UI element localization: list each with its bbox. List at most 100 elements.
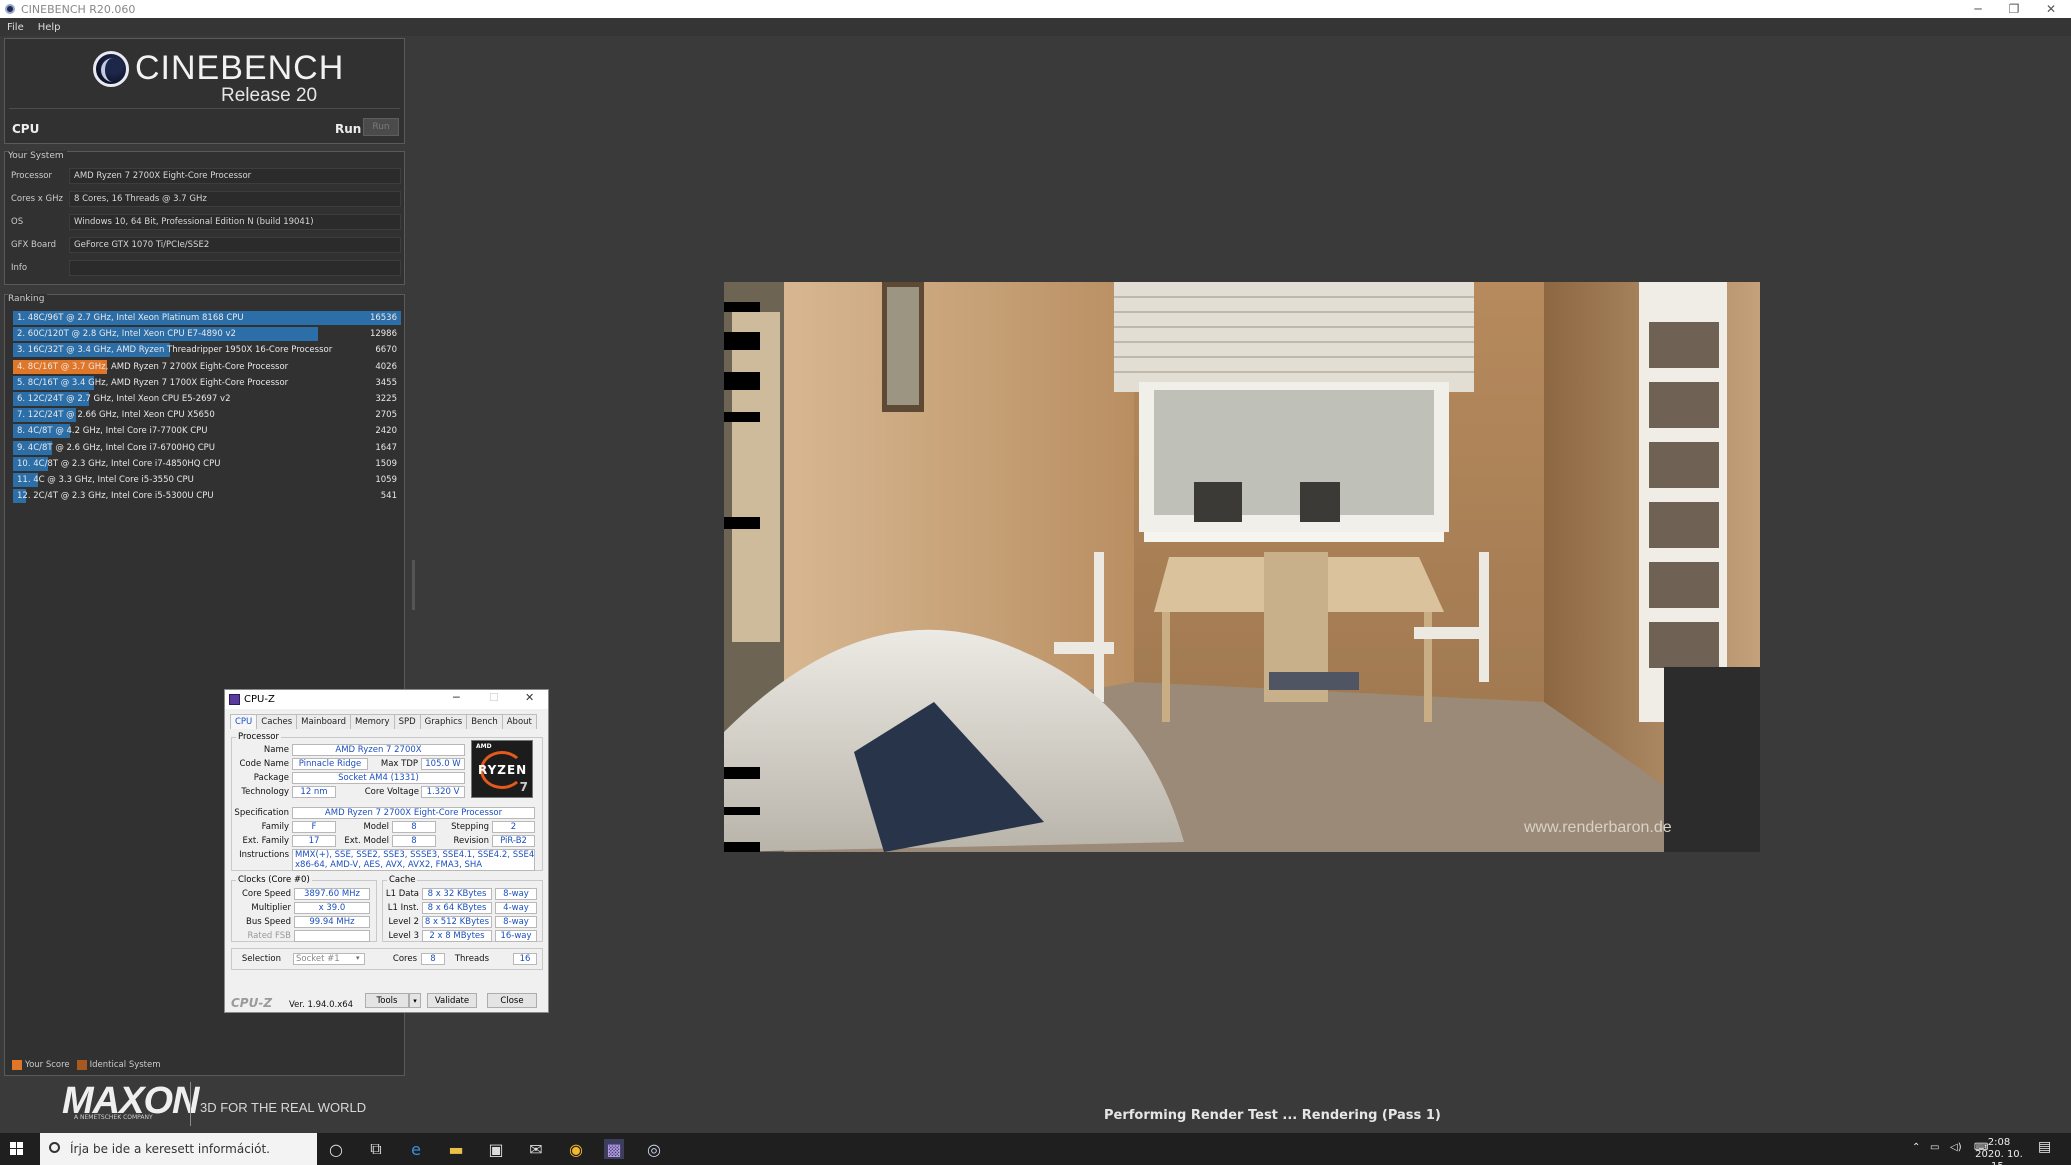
ranking-row[interactable]: 11. 4C @ 3.3 GHz, Intel Core i5-3550 CPU… — [13, 473, 401, 487]
tab-memory[interactable]: Memory — [350, 714, 395, 729]
ryzen-logo-text: RYZEN — [478, 763, 528, 777]
render-viewport: www.renderbaron.de — [724, 282, 1760, 852]
tab-mainboard[interactable]: Mainboard — [296, 714, 352, 729]
ranking-row[interactable]: 7. 12C/24T @ 2.66 GHz, Intel Xeon CPU X5… — [13, 408, 401, 423]
volume-icon[interactable]: ◁) — [1950, 1142, 1962, 1154]
ranking-score: 2705 — [375, 410, 397, 421]
tray-chevron-icon[interactable]: ⌃ — [1912, 1142, 1920, 1154]
tab-spd[interactable]: SPD — [393, 714, 421, 729]
ranking-label: 6. 12C/24T @ 2.7 GHz, Intel Xeon CPU E5-… — [17, 394, 231, 404]
chrome-icon[interactable]: ◉ — [566, 1139, 586, 1159]
tab-caches[interactable]: Caches — [256, 714, 298, 729]
family-value: F — [292, 821, 336, 833]
instructions-line-2: x86-64, AMD-V, AES, AVX, AVX2, FMA3, SHA — [295, 860, 483, 870]
cpuz-taskbar-icon[interactable]: ▩ — [604, 1139, 624, 1159]
validate-button[interactable]: Validate — [427, 993, 477, 1008]
your-score-swatch — [12, 1060, 22, 1070]
corevoltage-label: Core Voltage — [364, 787, 419, 797]
ranking-score: 3225 — [375, 394, 397, 404]
ranking-row[interactable]: 6. 12C/24T @ 2.7 GHz, Intel Xeon CPU E5-… — [13, 392, 401, 406]
tagline: 3D FOR THE REAL WORLD — [200, 1100, 367, 1115]
system-key: Processor — [11, 171, 52, 181]
notifications-icon[interactable]: ▤ — [2038, 1140, 2051, 1154]
legend-identical-system: Identical System — [89, 1060, 161, 1070]
codename-value: Pinnacle Ridge — [292, 758, 368, 770]
ranking-row[interactable]: 1. 48C/96T @ 2.7 GHz, Intel Xeon Platinu… — [13, 311, 401, 325]
system-key: OS — [11, 217, 24, 227]
ranking-row[interactable]: 4. 8C/16T @ 3.7 GHz, AMD Ryzen 7 2700X E… — [13, 359, 401, 374]
system-value: 8 Cores, 16 Threads @ 3.7 GHz — [69, 191, 401, 207]
file-explorer-icon[interactable]: ▬ — [446, 1139, 466, 1159]
selection-label: Selection — [241, 954, 281, 964]
l3-label: Level 3 — [388, 931, 419, 941]
tab-graphics[interactable]: Graphics — [419, 714, 468, 729]
system-key: Info — [11, 263, 28, 273]
processor-group-label: Processor — [236, 732, 281, 742]
l1data-assoc: 8-way — [495, 888, 537, 900]
network-icon[interactable]: ▭ — [1930, 1142, 1939, 1154]
system-row-os: OS Windows 10, 64 Bit, Professional Edit… — [11, 214, 401, 230]
cores-value: 8 — [421, 953, 445, 965]
edge-icon[interactable]: e — [406, 1139, 426, 1159]
minimize-icon[interactable]: ─ — [1960, 0, 1996, 18]
close-icon[interactable]: ✕ — [2033, 0, 2069, 18]
legend-your-score: Your Score — [25, 1060, 70, 1070]
system-info-field[interactable] — [69, 260, 401, 276]
system-value: AMD Ryzen 7 2700X Eight-Core Processor — [69, 168, 401, 184]
clock[interactable]: 2:08 2020. 10. 15. — [1970, 1137, 2028, 1165]
revision-label: Revision — [453, 836, 489, 846]
tools-dropdown-arrow[interactable]: ▾ — [409, 993, 421, 1008]
ranking-row[interactable]: 5. 8C/16T @ 3.4 GHz, AMD Ryzen 7 1700X E… — [13, 375, 401, 390]
corevoltage-value: 1.320 V — [421, 786, 465, 798]
ranking-row[interactable]: 9. 4C/8T @ 2.6 GHz, Intel Core i7-6700HQ… — [13, 440, 401, 455]
logo-release: Release 20 — [221, 85, 318, 106]
ranking-label: 2. 60C/120T @ 2.8 GHz, Intel Xeon CPU E7… — [17, 329, 236, 340]
cache-group-label: Cache — [387, 875, 418, 885]
task-view-icon[interactable]: ⧉ — [366, 1139, 386, 1159]
tab-about[interactable]: About — [501, 714, 537, 729]
menu-bar: File Help — [0, 18, 2071, 36]
minimize-icon[interactable]: ─ — [453, 691, 460, 704]
search-icon — [49, 1142, 60, 1153]
l1data-label: L1 Data — [385, 889, 419, 899]
run-button[interactable]: Run — [363, 118, 399, 136]
tools-button[interactable]: Tools — [365, 993, 409, 1008]
menu-help[interactable]: Help — [38, 22, 61, 33]
family-label: Family — [261, 822, 289, 832]
close-icon[interactable]: ✕ — [525, 691, 534, 704]
tab-cpu[interactable]: CPU — [230, 714, 258, 729]
selection-dropdown[interactable]: Socket #1 — [293, 953, 365, 965]
cores-label: Cores — [392, 954, 417, 964]
ranking-label: 7. 12C/24T @ 2.66 GHz, Intel Xeon CPU X5… — [17, 410, 215, 421]
ranking-row[interactable]: 3. 16C/32T @ 3.4 GHz, AMD Ryzen Threadri… — [13, 343, 401, 358]
ranking-row[interactable]: 12. 2C/4T @ 2.3 GHz, Intel Core i5-5300U… — [13, 489, 401, 504]
search-placeholder: Írja be ide a keresett információt. — [70, 1142, 270, 1156]
windows-start-icon[interactable] — [10, 1142, 24, 1156]
l1data-value: 8 x 32 KBytes — [422, 888, 492, 900]
ranking-row[interactable]: 10. 4C/8T @ 2.3 GHz, Intel Core i7-4850H… — [13, 456, 401, 471]
ranking-row[interactable]: 2. 60C/120T @ 2.8 GHz, Intel Xeon CPU E7… — [13, 327, 401, 342]
cpuz-title: CPU-Z — [244, 694, 275, 705]
ranking-score: 16536 — [369, 313, 397, 323]
cortana-icon[interactable]: ○ — [326, 1139, 346, 1159]
tab-bench[interactable]: Bench — [466, 714, 503, 729]
store-icon[interactable]: ▣ — [486, 1139, 506, 1159]
system-row-info: Info — [11, 260, 401, 276]
your-system-title: Your System — [8, 151, 67, 161]
name-value: AMD Ryzen 7 2700X — [292, 744, 465, 756]
close-button[interactable]: Close — [487, 993, 537, 1008]
render-watermark: www.renderbaron.de — [1523, 819, 1672, 836]
restore-icon[interactable]: ❐ — [1996, 0, 2032, 18]
panel-splitter[interactable] — [412, 560, 415, 610]
ranking-row[interactable]: 8. 4C/8T @ 4.2 GHz, Intel Core i7-7700K … — [13, 424, 401, 439]
specification-value: AMD Ryzen 7 2700X Eight-Core Processor — [292, 807, 535, 819]
corespeed-label: Core Speed — [241, 889, 291, 899]
mail-icon[interactable]: ✉ — [526, 1139, 546, 1159]
cinebench-taskbar-icon[interactable]: ◎ — [644, 1139, 664, 1159]
menu-file[interactable]: File — [7, 22, 24, 33]
ranking-score: 12986 — [369, 329, 397, 340]
taskbar-search-box[interactable]: Írja be ide a keresett információt. — [40, 1133, 317, 1165]
model-value: 8 — [392, 821, 436, 833]
package-value: Socket AM4 (1331) — [292, 772, 465, 784]
ranking-label: 5. 8C/16T @ 3.4 GHz, AMD Ryzen 7 1700X E… — [17, 377, 289, 388]
